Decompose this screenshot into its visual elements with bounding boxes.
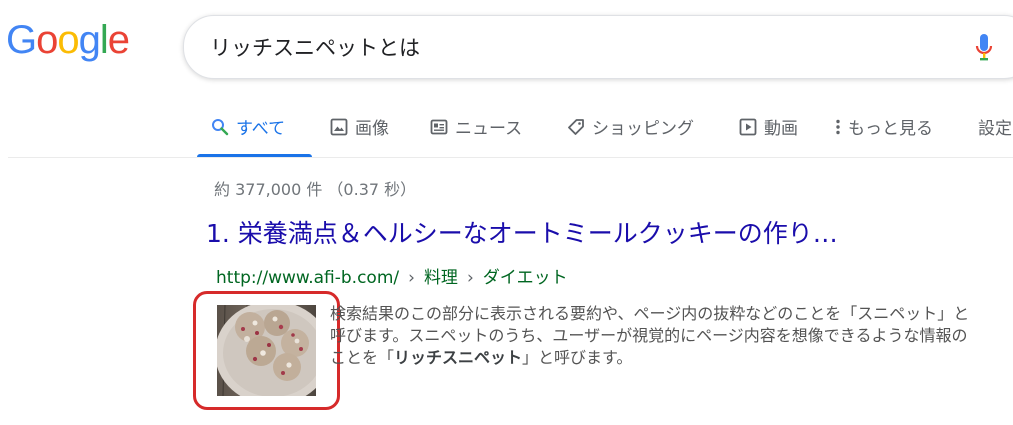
tab-label: ニュース xyxy=(455,119,523,139)
logo-letter: l xyxy=(99,18,109,62)
breadcrumb-item[interactable]: 料理 xyxy=(424,268,458,288)
tab-label: すべて xyxy=(236,119,286,139)
logo-letter: e xyxy=(107,18,130,62)
result-url[interactable]: http://www.afi-b.com/ xyxy=(216,268,399,288)
logo-letter: o xyxy=(57,18,79,62)
logo-letter: G xyxy=(6,18,37,62)
tab-label: もっと見る xyxy=(848,119,933,139)
tab-more[interactable]: もっと見る xyxy=(834,114,933,139)
microphone-icon[interactable] xyxy=(974,32,994,64)
play-icon xyxy=(739,118,757,135)
tab-news[interactable]: ニュース xyxy=(430,114,522,139)
result-url-breadcrumb[interactable]: http://www.afi-b.com/ › 料理 › ダイエット xyxy=(216,263,568,288)
tab-shopping[interactable]: ショッピング xyxy=(567,114,694,139)
news-icon xyxy=(430,119,448,134)
snippet-highlight: リッチスニペット xyxy=(394,348,523,367)
image-icon xyxy=(330,118,348,135)
search-box[interactable]: リッチスニペットとは xyxy=(183,15,1013,79)
breadcrumb-separator: › xyxy=(466,268,474,288)
breadcrumb-item[interactable]: ダイエット xyxy=(483,268,568,288)
result-title-link[interactable]: 1. 栄養満点＆ヘルシーなオートミールクッキーの作り… xyxy=(206,214,838,250)
google-logo[interactable]: Google xyxy=(6,18,130,63)
tab-label: ショッピング xyxy=(592,119,694,139)
search-icon xyxy=(212,118,229,135)
breadcrumb-separator: › xyxy=(408,268,415,288)
tag-icon xyxy=(568,118,584,135)
search-tabs: すべて 画像 ニュース ショッピング 動画 もっと見る 設定 xyxy=(0,108,1013,158)
tab-settings[interactable]: 設定 xyxy=(978,114,1012,139)
tab-all[interactable]: すべて xyxy=(211,114,285,139)
tab-label: 動画 xyxy=(764,119,798,139)
result-snippet: 検索結果のこの部分に表示される要約や、ページ内の抜粋などのことを「スニペット」と… xyxy=(330,303,970,369)
logo-letter: g xyxy=(78,18,101,62)
more-vert-icon xyxy=(836,119,840,134)
tab-videos[interactable]: 動画 xyxy=(739,114,798,139)
tabs-divider xyxy=(8,157,1013,158)
logo-letter: o xyxy=(36,18,58,62)
highlight-frame xyxy=(193,291,340,410)
tab-images[interactable]: 画像 xyxy=(330,114,389,139)
tab-label: 画像 xyxy=(355,119,389,139)
result-stats: 約 377,000 件 （0.37 秒） xyxy=(214,180,417,199)
search-input[interactable]: リッチスニペットとは xyxy=(210,32,420,62)
tab-label: 設定 xyxy=(978,119,1012,139)
snippet-text: 」と呼びます。 xyxy=(522,348,633,367)
